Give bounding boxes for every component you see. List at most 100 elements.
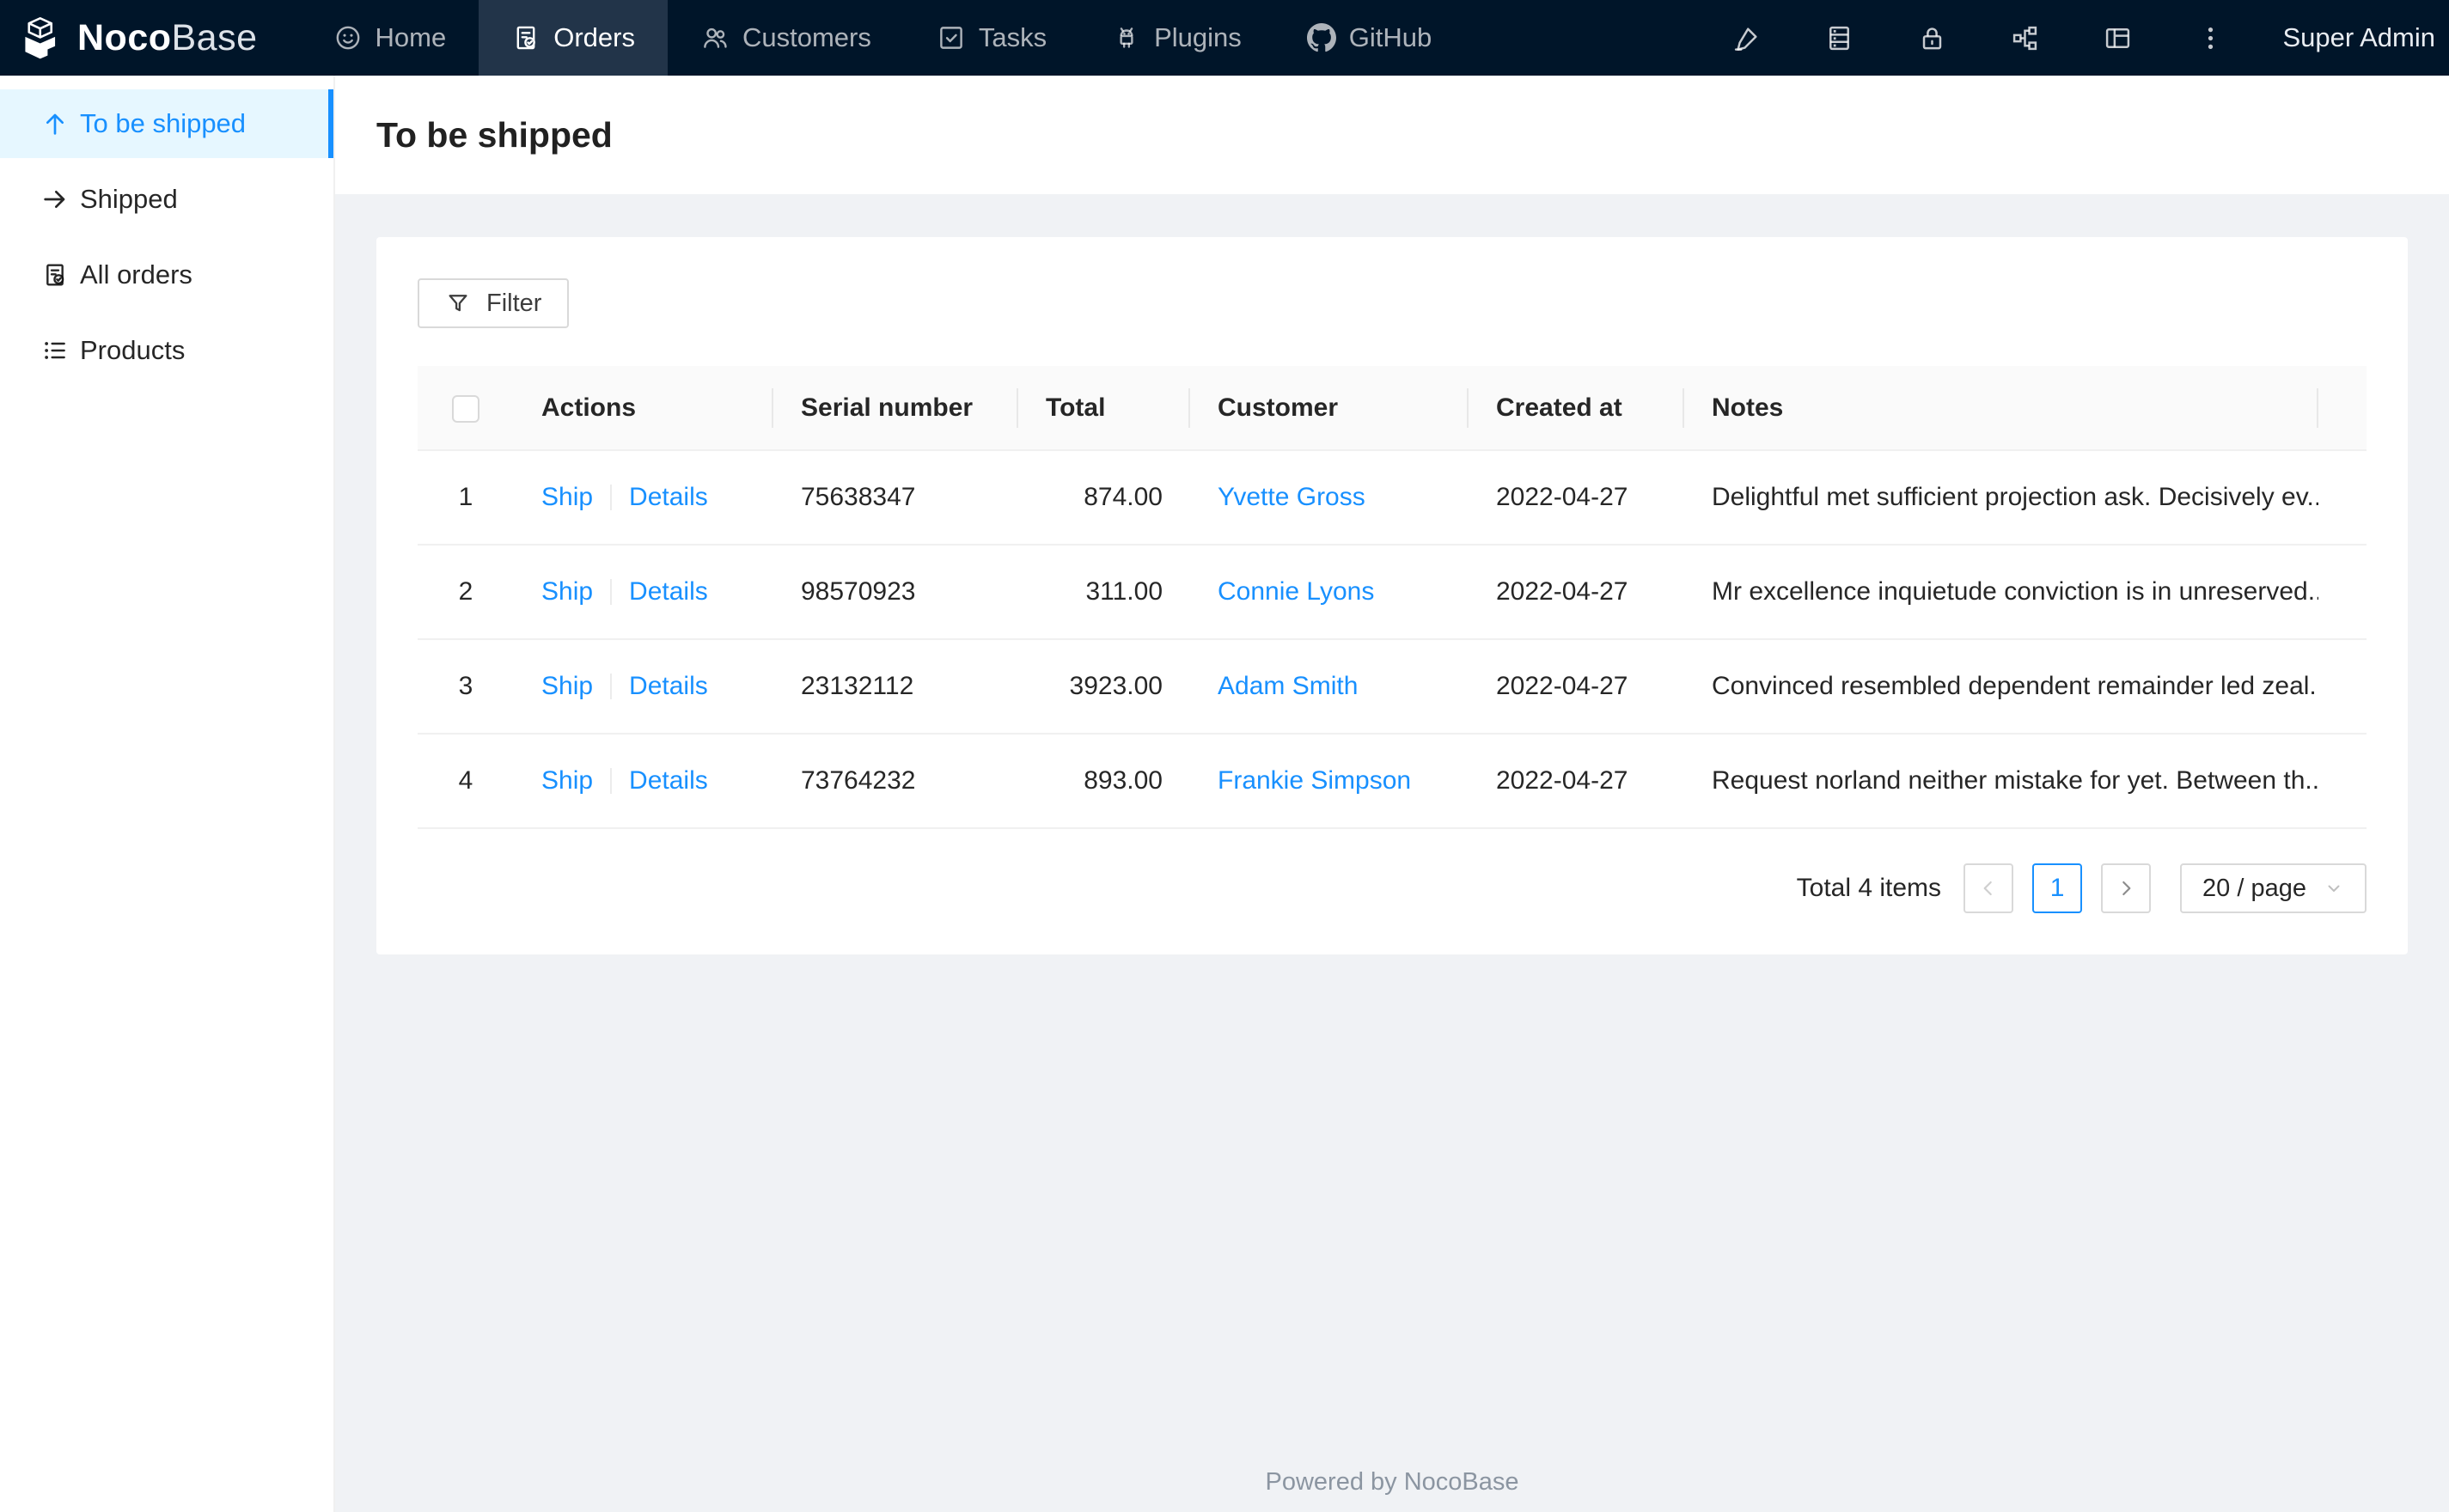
- pagination-total: Total 4 items: [1796, 874, 1942, 902]
- sidebar-item-shipped[interactable]: Shipped: [0, 165, 333, 234]
- notes-cell: Request norland neither mistake for yet.…: [1684, 734, 2318, 829]
- total-cell: 3923.00: [1018, 639, 1190, 735]
- ship-link[interactable]: Ship: [541, 672, 593, 700]
- page-title: To be shipped: [376, 114, 613, 155]
- serial-number-cell: 98570923: [773, 545, 1018, 640]
- unordered-list-icon: [41, 337, 69, 364]
- ship-link[interactable]: Ship: [541, 483, 593, 511]
- nav-item-home[interactable]: Home: [301, 0, 479, 76]
- column-header-total: Total: [1018, 366, 1190, 451]
- partition-icon[interactable]: [1996, 9, 2055, 67]
- row-actions: Ship Details: [514, 734, 773, 829]
- footer-powered-by: Powered by NocoBase: [1265, 1468, 1519, 1496]
- total-cell: 311.00: [1018, 545, 1190, 640]
- pagination: Total 4 items 1 20 / page: [418, 863, 2367, 913]
- nav-item-orders[interactable]: Orders: [479, 0, 668, 76]
- customer-link[interactable]: Frankie Simpson: [1218, 766, 1411, 795]
- pagination-page-1[interactable]: 1: [2032, 863, 2083, 913]
- table-row: 4 Ship Details 73764232 893.00 Frankie Si…: [418, 734, 2367, 829]
- database-icon[interactable]: [1811, 9, 1869, 67]
- customer-cell: Connie Lyons: [1190, 545, 1469, 640]
- android-icon: [1112, 23, 1141, 52]
- chevron-right-icon: [2122, 881, 2131, 896]
- highlight-icon[interactable]: [1718, 9, 1776, 67]
- github-icon: [1306, 23, 1336, 52]
- customer-link[interactable]: Connie Lyons: [1218, 577, 1374, 606]
- orders-card: Filter Actions Serial number Total Custo…: [376, 237, 2408, 954]
- row-index: 1: [418, 450, 514, 546]
- nav-item-github[interactable]: GitHub: [1274, 0, 1464, 76]
- column-header-actions: Actions: [514, 366, 773, 451]
- details-link[interactable]: Details: [629, 766, 708, 795]
- page-header: To be shipped: [335, 76, 2449, 194]
- arrow-up-icon: [41, 110, 69, 137]
- sidebar-item-products[interactable]: Products: [0, 316, 333, 385]
- ellipsis-vertical-icon[interactable]: [2182, 9, 2240, 67]
- action-divider: [610, 485, 613, 510]
- details-link[interactable]: Details: [629, 672, 708, 700]
- ship-link[interactable]: Ship: [541, 766, 593, 795]
- total-cell: 874.00: [1018, 450, 1190, 546]
- serial-number-cell: 75638347: [773, 450, 1018, 546]
- created-at-cell: 2022-04-27: [1469, 734, 1684, 829]
- details-link[interactable]: Details: [629, 483, 708, 511]
- action-divider: [610, 768, 613, 794]
- notes-cell: Mr excellence inquietude conviction is i…: [1684, 545, 2318, 640]
- filter-icon: [445, 290, 471, 316]
- smile-icon: [333, 23, 363, 52]
- team-icon: [700, 23, 730, 52]
- customer-link[interactable]: Adam Smith: [1218, 672, 1358, 700]
- check-square-icon: [937, 23, 966, 52]
- serial-number-cell: 73764232: [773, 734, 1018, 829]
- page-size-selector[interactable]: 20 / page: [2180, 863, 2367, 913]
- details-link[interactable]: Details: [629, 577, 708, 606]
- serial-number-cell: 23132112: [773, 639, 1018, 735]
- customer-link[interactable]: Yvette Gross: [1218, 483, 1365, 511]
- nav-item-plugins[interactable]: Plugins: [1079, 0, 1274, 76]
- column-header-customer: Customer: [1190, 366, 1469, 451]
- created-at-cell: 2022-04-27: [1469, 545, 1684, 640]
- created-at-cell: 2022-04-27: [1469, 450, 1684, 546]
- user-menu[interactable]: Super Admin: [2283, 22, 2436, 53]
- row-index: 2: [418, 545, 514, 640]
- nav-item-tasks[interactable]: Tasks: [904, 0, 1079, 76]
- row-actions: Ship Details: [514, 450, 773, 546]
- navbar-right: Super Admin: [1718, 0, 2449, 76]
- customer-cell: Yvette Gross: [1190, 450, 1469, 546]
- file-done-icon: [41, 261, 69, 289]
- column-header-spacer: [2318, 366, 2367, 451]
- logo-text: NocoBase: [77, 16, 258, 58]
- column-header-serial-number: Serial number: [773, 366, 1018, 451]
- nocobase-logo-icon: [21, 15, 65, 60]
- total-cell: 893.00: [1018, 734, 1190, 829]
- table-row: 1 Ship Details 75638347 874.00 Yvette Gro…: [418, 450, 2367, 546]
- chevron-down-icon: [2328, 885, 2340, 892]
- nav-item-customers[interactable]: Customers: [668, 0, 904, 76]
- pagination-next-button[interactable]: [2101, 863, 2152, 913]
- row-actions: Ship Details: [514, 545, 773, 640]
- file-done-icon: [511, 23, 540, 52]
- notes-cell: Convinced resembled dependent remainder …: [1684, 639, 2318, 735]
- main-nav: Home Orders Customers Tasks Plugins GitH…: [301, 0, 1465, 76]
- table-header-row: Actions Serial number Total Customer Cre…: [418, 366, 2367, 451]
- chevron-left-icon: [1983, 881, 1992, 896]
- table-row: 2 Ship Details 98570923 311.00 Connie Lyo…: [418, 545, 2367, 640]
- sidebar-item-all-orders[interactable]: All orders: [0, 241, 333, 309]
- column-header-notes: Notes: [1684, 366, 2318, 451]
- column-header-created-at: Created at: [1469, 366, 1684, 451]
- layout-icon[interactable]: [2089, 9, 2147, 67]
- action-divider: [610, 674, 613, 699]
- select-all-checkbox[interactable]: [452, 394, 479, 423]
- sidebar-item-to-be-shipped[interactable]: To be shipped: [0, 89, 333, 158]
- pagination-prev-button[interactable]: [1963, 863, 2014, 913]
- nocobase-logo[interactable]: NocoBase: [21, 0, 301, 76]
- ship-link[interactable]: Ship: [541, 577, 593, 606]
- lock-icon[interactable]: [1903, 9, 1962, 67]
- row-index: 3: [418, 639, 514, 735]
- filter-button[interactable]: Filter: [418, 278, 570, 328]
- arrow-right-icon: [41, 186, 69, 213]
- created-at-cell: 2022-04-27: [1469, 639, 1684, 735]
- top-navbar: NocoBase Home Orders Customers Tasks Plu…: [0, 0, 2449, 76]
- app-shell: To be shipped Shipped All orders Product…: [0, 76, 2449, 1512]
- table-row: 3 Ship Details 23132112 3923.00 Adam Smit…: [418, 639, 2367, 735]
